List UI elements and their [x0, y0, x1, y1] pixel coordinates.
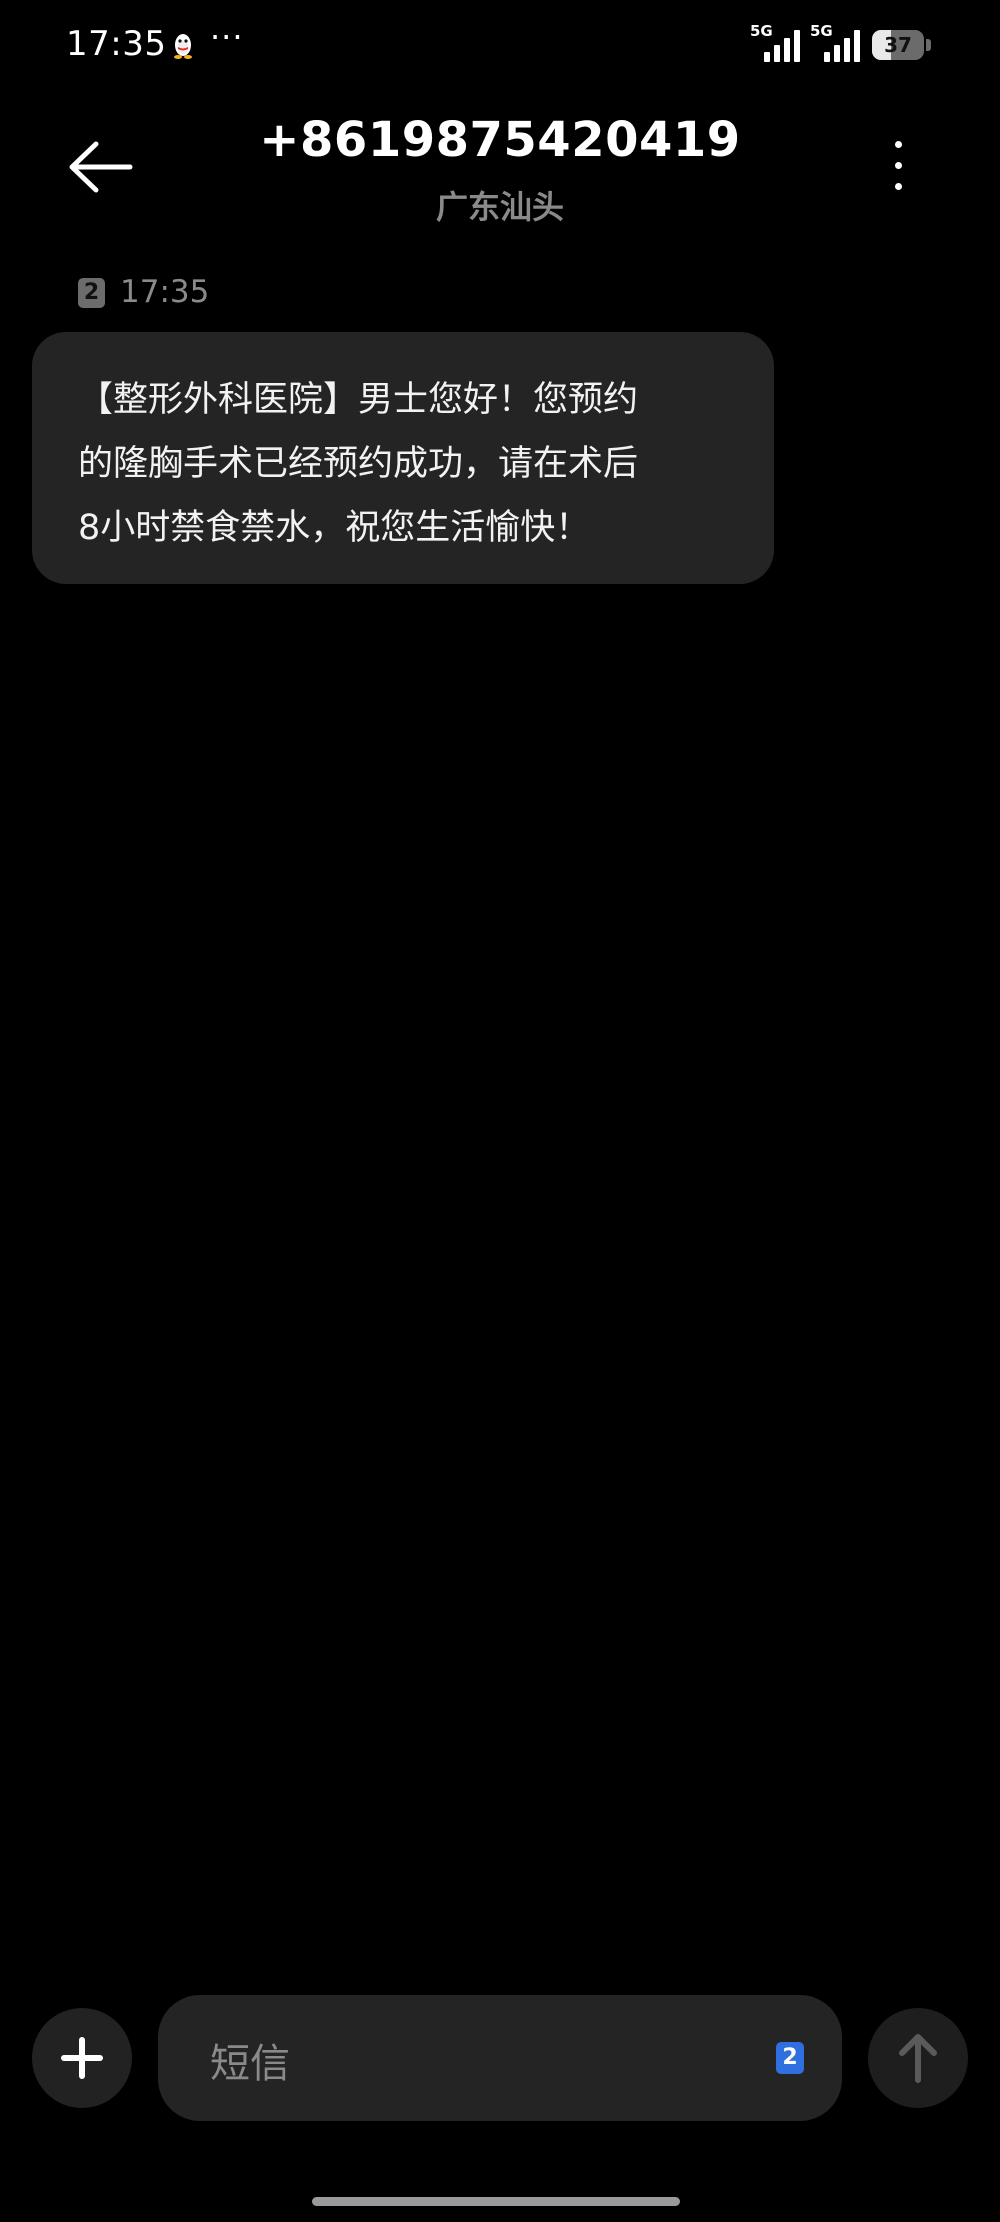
arrow-left-icon: [69, 141, 133, 193]
notification-overflow-icon: ···: [210, 18, 244, 56]
status-bar: 17:35 ··· 5G 5G 37: [0, 0, 1000, 92]
home-indicator[interactable]: [312, 2197, 680, 2206]
message-text-line: 8小时禁食禁水，祝您生活愉快！: [78, 508, 591, 548]
battery-level: 37: [884, 33, 912, 57]
sms-input-placeholder: 短信: [210, 2041, 290, 2087]
battery-cap: [926, 39, 931, 51]
network-type-label: 5G: [750, 22, 773, 40]
more-options-button[interactable]: [872, 135, 924, 197]
signal-strength-icon-sim1: 5G: [750, 22, 802, 62]
message-timestamp: 17:35: [120, 274, 210, 310]
arrow-up-icon: [899, 2034, 937, 2083]
message-bubble[interactable]: 【整形外科医院】男士您好！您预约 的隆胸手术已经预约成功，请在术后 8小时禁食禁…: [32, 332, 774, 584]
contact-number: +8619875420419: [259, 112, 741, 168]
sms-input[interactable]: 短信 2: [158, 1995, 842, 2121]
battery-icon: 37: [872, 30, 924, 60]
sim-select-button[interactable]: 2: [776, 2042, 804, 2074]
network-type-label: 5G: [810, 22, 833, 40]
status-time: 17:35: [66, 24, 167, 64]
contact-location: 广东汕头: [435, 188, 564, 226]
qq-penguin-icon: [174, 34, 192, 59]
send-button[interactable]: [868, 2008, 968, 2108]
message-text-line: 【整形外科医院】男士您好！您预约: [78, 380, 639, 420]
add-attachment-button[interactable]: [32, 2008, 132, 2108]
message-text-line: 的隆胸手术已经预约成功，请在术后: [78, 444, 639, 484]
sim-slot-badge: 2: [78, 278, 105, 308]
back-button[interactable]: [60, 130, 144, 204]
signal-strength-icon-sim2: 5G: [810, 22, 862, 62]
